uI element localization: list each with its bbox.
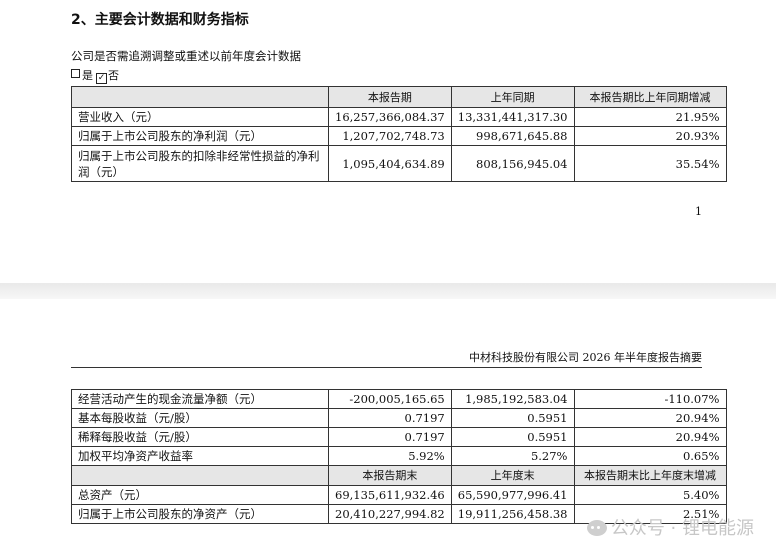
subheader-cell <box>71 465 329 486</box>
current-value: 5.92% <box>328 446 452 466</box>
prior-value: 65,590,977,996.41 <box>450 485 575 505</box>
table-row: 基本每股收益（元/股） 0.7197 0.5951 20.94% <box>71 408 727 428</box>
current-value: 69,135,611,932.46 <box>328 485 452 505</box>
restatement-question: 公司是否需追溯调整或重述以前年度会计数据 <box>71 49 301 63</box>
current-value: 0.7197 <box>328 408 452 428</box>
row-label: 经营活动产生的现金流量净额（元） <box>71 389 329 409</box>
change-value: 20.94% <box>573 427 727 447</box>
checkbox-no-label: 否 <box>108 69 119 82</box>
prior-value: 808,156,945.04 <box>450 145 575 182</box>
current-value: 16,257,366,084.37 <box>328 107 452 127</box>
change-value: 20.93% <box>573 126 727 146</box>
table-header-row: 本报告期 上年同期 本报告期比上年同期增减 <box>71 86 727 108</box>
watermark-text: 公众号 · 锂电能源 <box>610 518 754 539</box>
prior-value: 13,331,441,317.30 <box>450 107 575 127</box>
header-cell: 本报告期 <box>328 86 452 108</box>
table-subheader-row: 本报告期末 上年度末 本报告期末比上年度末增减 <box>71 465 727 486</box>
change-value: 0.65% <box>573 446 727 466</box>
page-number: 1 <box>695 205 702 218</box>
watermark: 公众号 · 锂电能源 <box>586 514 754 540</box>
row-label: 基本每股收益（元/股） <box>71 408 329 428</box>
row-label: 加权平均净资产收益率 <box>71 446 329 466</box>
prior-value: 5.27% <box>450 446 575 466</box>
current-value: 1,207,702,748.73 <box>328 126 452 146</box>
current-value: 0.7197 <box>328 427 452 447</box>
change-value: 35.54% <box>573 145 727 182</box>
key-financials-table-continued: 经营活动产生的现金流量净额（元） -200,005,165.65 1,985,1… <box>71 389 727 524</box>
change-value: 21.95% <box>573 107 727 127</box>
key-financials-table: 本报告期 上年同期 本报告期比上年同期增减 营业收入（元） 16,257,366… <box>71 86 727 182</box>
table-row: 营业收入（元） 16,257,366,084.37 13,331,441,317… <box>71 107 727 127</box>
section-title: 2、主要会计数据和财务指标 <box>71 12 249 28</box>
change-value: -110.07% <box>573 389 727 409</box>
table-row: 归属于上市公司股东的净利润（元） 1,207,702,748.73 998,67… <box>71 126 727 146</box>
change-value: 20.94% <box>573 408 727 428</box>
subheader-cell: 上年度末 <box>450 465 575 486</box>
table-row: 总资产（元） 69,135,611,932.46 65,590,977,996.… <box>71 485 727 505</box>
change-value: 5.40% <box>573 485 727 505</box>
header-cell: 上年同期 <box>450 86 575 108</box>
subheader-cell: 本报告期末 <box>328 465 452 486</box>
checkbox-yes-label: 是 <box>82 69 93 82</box>
subheader-cell: 本报告期末比上年度末增减 <box>573 465 727 486</box>
row-label: 总资产（元） <box>71 485 329 505</box>
current-value: 20,410,227,994.82 <box>328 504 452 524</box>
table-row: 经营活动产生的现金流量净额（元） -200,005,165.65 1,985,1… <box>71 389 727 409</box>
restatement-checkboxes: 是 ✓ 否 <box>71 67 119 84</box>
row-label: 归属于上市公司股东的净利润（元） <box>71 126 329 146</box>
table-row: 加权平均净资产收益率 5.92% 5.27% 0.65% <box>71 446 727 466</box>
prior-value: 998,671,645.88 <box>450 126 575 146</box>
header-divider <box>71 367 702 368</box>
page-gap <box>0 283 776 299</box>
prior-value: 0.5951 <box>450 408 575 428</box>
prior-value: 1,985,192,583.04 <box>450 389 575 409</box>
checkbox-yes-icon[interactable] <box>71 69 80 78</box>
document-page-1: 2、主要会计数据和财务指标 公司是否需追溯调整或重述以前年度会计数据 是 ✓ 否 本… <box>0 0 776 283</box>
prior-value: 0.5951 <box>450 427 575 447</box>
current-value: -200,005,165.65 <box>328 389 452 409</box>
prior-value: 19,911,256,458.38 <box>450 504 575 524</box>
checkbox-no-checked-icon[interactable]: ✓ <box>96 73 107 84</box>
row-label: 归属于上市公司股东的净资产（元） <box>71 504 329 524</box>
header-cell: 本报告期比上年同期增减 <box>573 86 727 108</box>
row-label: 稀释每股收益（元/股） <box>71 427 329 447</box>
wechat-icon <box>586 520 607 536</box>
table-row: 稀释每股收益（元/股） 0.7197 0.5951 20.94% <box>71 427 727 447</box>
page-header: 中材科技股份有限公司 2026 年半年度报告摘要 <box>469 351 702 364</box>
header-cell <box>71 86 329 108</box>
row-label: 归属于上市公司股东的扣除非经常性损益的净利润（元） <box>71 145 329 182</box>
table-row: 归属于上市公司股东的扣除非经常性损益的净利润（元） 1,095,404,634.… <box>71 145 727 182</box>
row-label: 营业收入（元） <box>71 107 329 127</box>
current-value: 1,095,404,634.89 <box>328 145 452 182</box>
